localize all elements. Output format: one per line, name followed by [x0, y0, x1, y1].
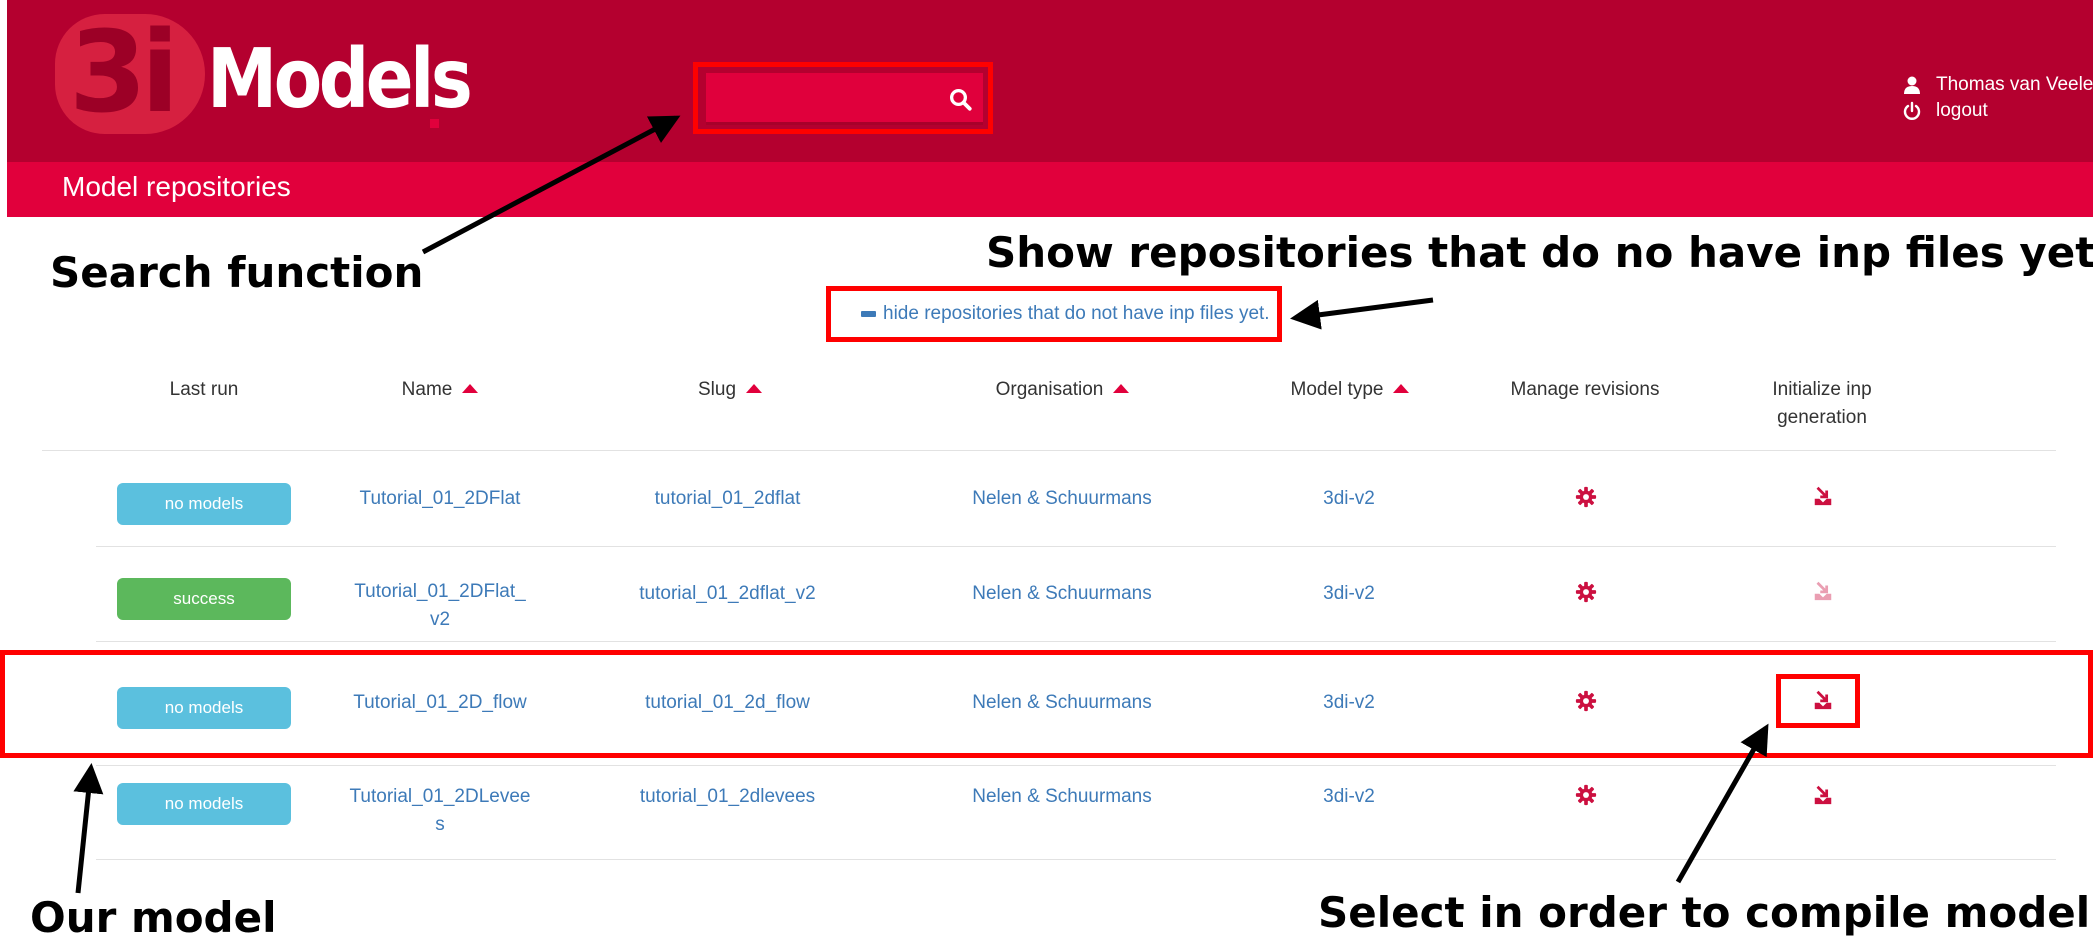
app-logo[interactable]: 3i Models: [47, 8, 473, 138]
column-header-slug-label: Slug: [697, 379, 737, 400]
column-header-name-label: Name: [401, 379, 453, 400]
hide-repositories-label: hide repositories that do not have inp f…: [883, 303, 1270, 324]
model-type-link[interactable]: 3di-v2: [1290, 580, 1408, 608]
inp-button-highlight: [1776, 674, 1860, 728]
search-icon[interactable]: [946, 85, 976, 115]
top-header: 3i Models Thomas van Veelen logout: [7, 0, 2093, 162]
table-divider: [96, 546, 2056, 547]
power-icon: [1903, 101, 1921, 120]
model-type-link[interactable]: 3di-v2: [1290, 783, 1408, 811]
arrow-to-toggle: [1290, 297, 1434, 330]
table-divider: [96, 641, 2056, 642]
status-badge: no models: [117, 483, 291, 525]
model-type-link[interactable]: 3di-v2: [1290, 485, 1408, 513]
table-divider: [96, 765, 2056, 766]
user-name: Thomas van Veelen: [1936, 74, 2093, 95]
logout-link[interactable]: logout: [1902, 98, 2093, 124]
gear-icon[interactable]: [1575, 784, 1597, 806]
logo-text: Models: [207, 32, 473, 127]
column-header-manage-revisions: Manage revisions: [1510, 379, 1660, 400]
logout-label: logout: [1936, 100, 1988, 121]
status-badge: success: [117, 578, 291, 620]
sort-up-icon[interactable]: [746, 384, 763, 393]
download-icon[interactable]: [1812, 485, 1834, 507]
repo-name-link[interactable]: Tutorial_01_2DFlat: [330, 485, 550, 513]
column-header-last-run: Last run: [169, 379, 239, 400]
logo-dot: [430, 119, 439, 128]
user-icon: [1904, 76, 1920, 94]
column-header-slug[interactable]: Slug: [650, 376, 810, 404]
repo-slug-link[interactable]: tutorial_01_2dflat: [600, 485, 855, 513]
column-header-organisation-label: Organisation: [995, 379, 1104, 400]
user-menu: Thomas van Veelen logout: [1902, 72, 2093, 124]
user-profile-link[interactable]: Thomas van Veelen: [1902, 72, 2093, 98]
repo-slug-link[interactable]: tutorial_01_2dflat_v2: [600, 580, 855, 608]
annotation-search: Search function: [50, 248, 424, 297]
annotation-show-repos: Show repositories that do no have inp fi…: [986, 228, 2093, 277]
arrow-to-row: [73, 763, 104, 894]
annotation-our-model: Our model: [30, 893, 277, 937]
sort-up-icon[interactable]: [1113, 384, 1130, 393]
search-highlight-frame: [693, 62, 993, 134]
column-header-model-type-label: Model type: [1290, 379, 1384, 400]
column-header-organisation[interactable]: Organisation: [960, 376, 1165, 404]
table-divider: [42, 450, 2056, 451]
gear-icon[interactable]: [1575, 486, 1597, 508]
column-header-initialize-inp: Initialize inp generation: [1772, 379, 1872, 428]
column-header-name[interactable]: Name: [370, 376, 510, 404]
repo-slug-link[interactable]: tutorial_01_2dlevees: [600, 783, 855, 811]
hide-repositories-toggle[interactable]: hide repositories that do not have inp f…: [861, 303, 1270, 325]
sort-up-icon[interactable]: [462, 384, 479, 393]
toggle-highlight-frame: hide repositories that do not have inp f…: [826, 286, 1282, 342]
organisation-link[interactable]: Nelen & Schuurmans: [932, 783, 1192, 811]
minus-icon: [861, 311, 876, 317]
gear-icon[interactable]: [1575, 581, 1597, 603]
annotation-select: Select in order to compile model: [1318, 888, 2091, 937]
download-icon: [1814, 581, 1832, 601]
status-badge: no models: [117, 783, 291, 825]
repo-name-link[interactable]: Tutorial_01_2DLevee s: [340, 783, 540, 839]
sub-header: Model repositories: [7, 162, 2093, 217]
repo-name-link[interactable]: Tutorial_01_2DFlat_ v2: [340, 578, 540, 634]
sort-up-icon[interactable]: [1393, 384, 1410, 393]
page-title: Model repositories: [62, 171, 291, 202]
organisation-link[interactable]: Nelen & Schuurmans: [932, 485, 1192, 513]
organisation-link[interactable]: Nelen & Schuurmans: [932, 580, 1192, 608]
download-icon[interactable]: [1812, 784, 1834, 806]
search-input[interactable]: [706, 73, 983, 125]
table-divider: [96, 859, 2056, 860]
logo-number: 3i: [69, 8, 179, 138]
column-header-model-type[interactable]: Model type: [1270, 376, 1430, 404]
